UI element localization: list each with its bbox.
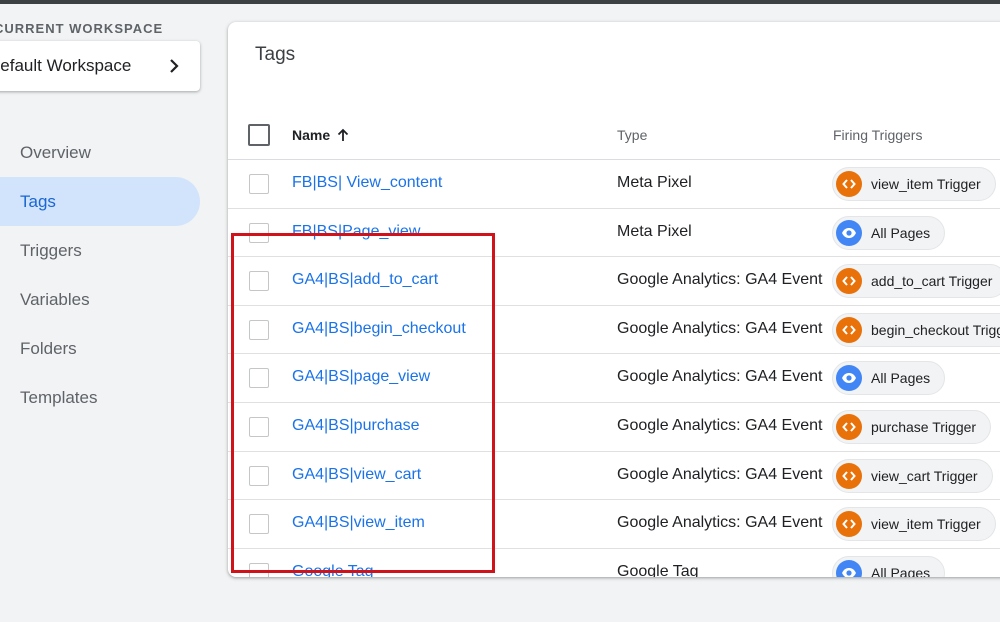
tag-name-link[interactable]: FB|BS| View_content	[292, 174, 442, 192]
sidebar-nav: Overview Tags Triggers Variables Folders…	[0, 128, 200, 422]
trigger-label: view_item Trigger	[871, 516, 981, 533]
name-column-label: Name	[292, 127, 331, 143]
chevron-right-icon	[170, 59, 179, 73]
custom-event-icon	[836, 413, 862, 440]
table-row[interactable]: FB|BS|Page_view Meta Pixel All Pages	[228, 209, 1000, 258]
tag-name-link[interactable]: GA4|BS|purchase	[292, 417, 420, 435]
tag-name-link[interactable]: GA4|BS|page_view	[292, 368, 430, 386]
table-row[interactable]: GA4|BS|begin_checkout Google Analytics: G…	[228, 306, 1000, 355]
sidebar-item-label: Folders	[20, 338, 77, 358]
trigger-chip[interactable]: view_item Trigger	[832, 167, 996, 201]
row-checkbox[interactable]	[249, 271, 269, 292]
trigger-chip[interactable]: All Pages	[832, 361, 946, 396]
tag-type: Google Analytics: GA4 Event	[617, 416, 823, 434]
sidebar-item-folders[interactable]: Folders	[0, 324, 200, 373]
trigger-label: purchase Trigger	[871, 418, 977, 435]
trigger-label: All Pages	[871, 564, 931, 577]
sidebar-item-label: Triggers	[20, 240, 82, 260]
tags-table-body: FB|BS| View_content Meta Pixel view_item T…	[228, 160, 1000, 577]
eye-icon	[836, 365, 862, 392]
trigger-label: view_cart Trigger	[871, 467, 978, 484]
sidebar-item-overview[interactable]: Overview	[0, 128, 200, 177]
sidebar-item-label: Variables	[20, 289, 90, 309]
table-row[interactable]: GA4|BS|add_to_cart Google Analytics: GA4 …	[228, 257, 1000, 306]
tag-type: Meta Pixel	[617, 222, 692, 240]
custom-event-icon	[836, 462, 862, 489]
sidebar-item-triggers[interactable]: Triggers	[0, 226, 200, 275]
custom-event-icon	[836, 316, 862, 343]
select-all-checkbox[interactable]	[248, 124, 270, 146]
row-checkbox[interactable]	[249, 416, 269, 437]
workspace-name: Default Workspace	[0, 56, 132, 75]
trigger-chip[interactable]: add_to_cart Trigger	[832, 264, 1000, 299]
tag-name-link[interactable]: GA4|BS|add_to_cart	[292, 271, 438, 289]
table-row[interactable]: GA4|BS|view_cart Google Analytics: GA4 Ev…	[228, 452, 1000, 501]
sidebar-item-label: Overview	[20, 142, 91, 162]
sidebar-item-label: Templates	[20, 387, 98, 407]
tag-type: Google Analytics: GA4 Event	[617, 514, 823, 532]
page-title: Tags	[255, 44, 296, 65]
tag-name-link[interactable]: GA4|BS|begin_checkout	[292, 320, 466, 338]
tag-type: Google Analytics: GA4 Event	[617, 368, 823, 386]
top-bar	[0, 0, 1000, 4]
name-column-header[interactable]: Name	[292, 127, 349, 143]
eye-icon	[836, 219, 862, 246]
trigger-label: begin_checkout Trigger	[871, 321, 1000, 338]
type-column-header[interactable]: Type	[617, 127, 647, 143]
row-checkbox[interactable]	[249, 319, 269, 340]
row-checkbox[interactable]	[249, 465, 269, 486]
custom-event-icon	[836, 511, 862, 538]
sidebar-item-variables[interactable]: Variables	[0, 275, 200, 324]
row-checkbox[interactable]	[249, 514, 269, 535]
custom-event-icon	[836, 171, 862, 197]
trigger-chip[interactable]: All Pages	[832, 555, 946, 577]
tag-type: Google Tag	[617, 562, 699, 577]
table-row[interactable]: FB|BS| View_content Meta Pixel view_item T…	[228, 160, 1000, 209]
table-row[interactable]: GA4|BS|purchase Google Analytics: GA4 Eve…	[228, 403, 1000, 452]
row-checkbox[interactable]	[249, 222, 269, 243]
trigger-chip[interactable]: view_cart Trigger	[832, 458, 993, 493]
row-checkbox[interactable]	[249, 368, 269, 389]
trigger-chip[interactable]: view_item Trigger	[832, 507, 996, 542]
row-checkbox[interactable]	[249, 562, 269, 577]
trigger-chip[interactable]: begin_checkout Trigger	[832, 312, 1000, 347]
tag-name-link[interactable]: GA4|BS|view_cart	[292, 466, 421, 484]
tag-type: Meta Pixel	[617, 174, 692, 191]
trigger-label: All Pages	[871, 224, 931, 241]
trigger-chip[interactable]: All Pages	[832, 215, 946, 250]
trigger-label: add_to_cart Trigger	[871, 273, 993, 290]
workspace-heading: CURRENT WORKSPACE	[0, 21, 164, 36]
tags-panel: Tags Name Type Firing Triggers FB|BS| Vi…	[228, 22, 1000, 577]
row-checkbox[interactable]	[249, 174, 269, 194]
tag-type: Google Analytics: GA4 Event	[617, 465, 823, 483]
workspace-selector[interactable]: Default Workspace	[0, 41, 200, 91]
custom-event-icon	[836, 268, 862, 295]
table-row[interactable]: Google Tag Google Tag All Pages	[228, 549, 1000, 577]
sidebar-item-templates[interactable]: Templates	[0, 373, 200, 422]
sidebar-item-tags[interactable]: Tags	[0, 177, 200, 226]
table-header: Name Type Firing Triggers	[228, 112, 1000, 160]
tag-name-link[interactable]: Google Tag	[292, 563, 374, 577]
trigger-label: All Pages	[871, 370, 931, 387]
sort-ascending-icon	[338, 128, 349, 141]
tag-type: Google Analytics: GA4 Event	[617, 319, 823, 337]
sidebar-item-label: Tags	[20, 191, 56, 211]
tag-name-link[interactable]: GA4|BS|view_item	[292, 514, 425, 532]
tag-name-link[interactable]: FB|BS|Page_view	[292, 223, 420, 241]
table-row[interactable]: GA4|BS|view_item Google Analytics: GA4 Ev…	[228, 500, 1000, 549]
trigger-label: view_item Trigger	[871, 176, 981, 192]
eye-icon	[836, 559, 862, 577]
triggers-column-header[interactable]: Firing Triggers	[833, 127, 922, 143]
table-row[interactable]: GA4|BS|page_view Google Analytics: GA4 Ev…	[228, 354, 1000, 403]
tag-type: Google Analytics: GA4 Event	[617, 271, 823, 289]
trigger-chip[interactable]: purchase Trigger	[832, 409, 992, 444]
